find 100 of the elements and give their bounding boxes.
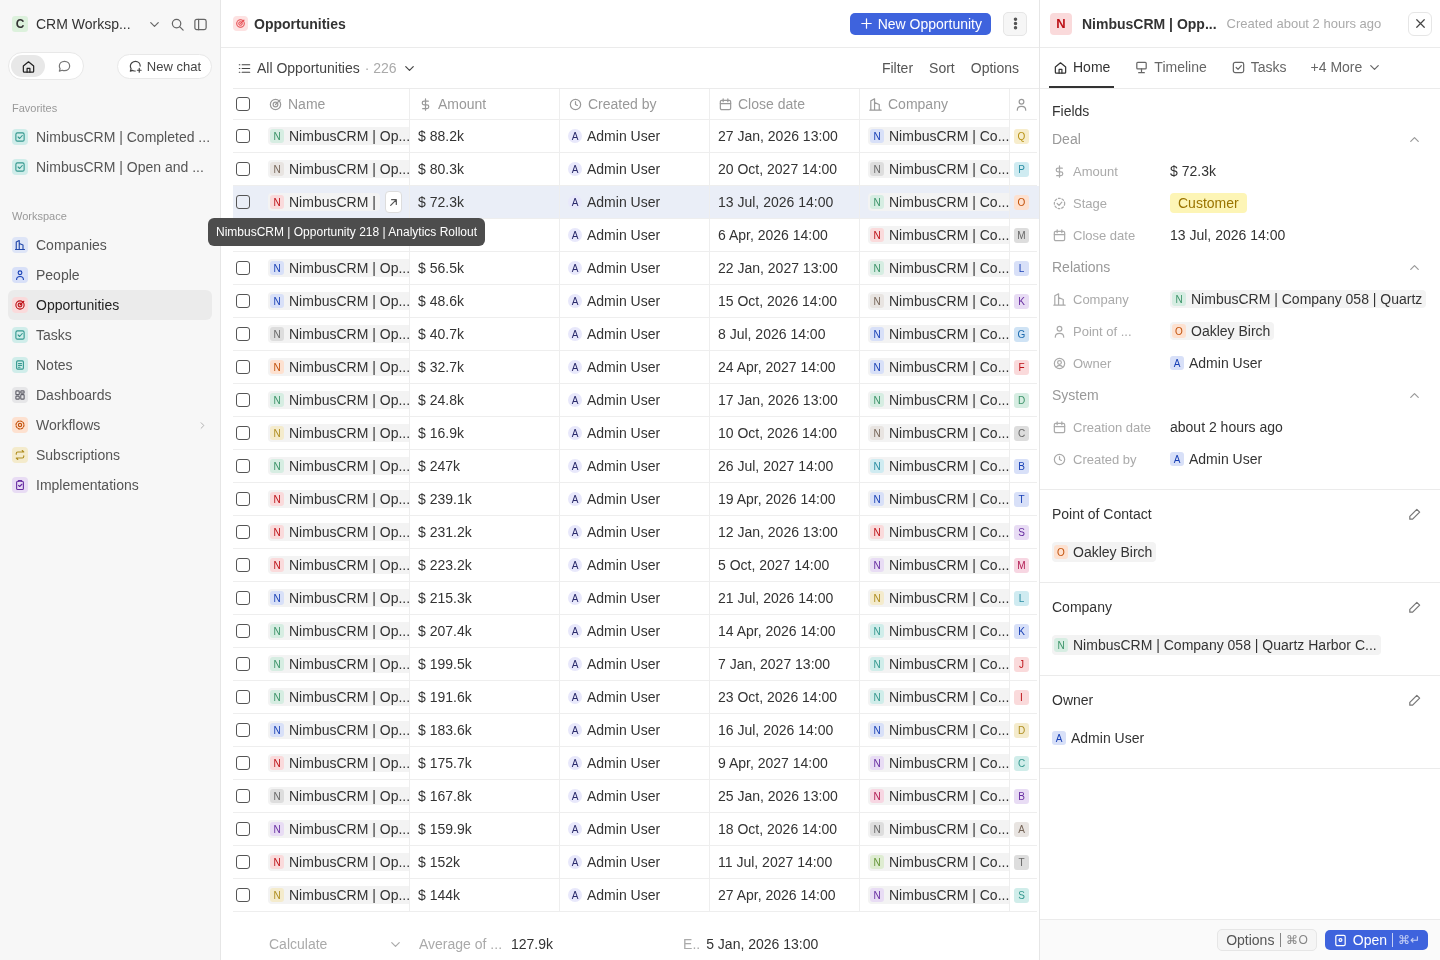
contact-badge[interactable]: B <box>1014 458 1029 474</box>
opportunity-chip[interactable]: N NimbusCRM | Op... <box>268 127 409 145</box>
contact-badge[interactable]: S <box>1014 524 1029 540</box>
company-chip[interactable]: N NimbusCRM | Co... <box>868 787 1009 805</box>
relation-chip[interactable]: O Oakley Birch <box>1052 542 1157 562</box>
contact-badge[interactable]: G <box>1014 326 1029 342</box>
nav-item[interactable]: Opportunities <box>8 290 212 320</box>
opportunity-chip[interactable]: N NimbusCRM | Op... <box>268 457 409 475</box>
company-chip[interactable]: N NimbusCRM | Co... <box>868 589 1009 607</box>
row-checkbox[interactable] <box>236 591 250 605</box>
opportunity-chip[interactable]: N NimbusCRM | <box>268 193 380 211</box>
contact-badge[interactable]: T <box>1014 854 1029 870</box>
opportunity-chip[interactable]: N NimbusCRM | Op... <box>268 391 409 409</box>
select-all-checkbox[interactable] <box>236 97 250 111</box>
relation-chip[interactable]: O Oakley Birch <box>1170 322 1275 340</box>
company-chip[interactable]: N NimbusCRM | Co... <box>868 886 1009 904</box>
opportunity-chip[interactable]: N NimbusCRM | Op... <box>268 655 409 673</box>
contact-badge[interactable]: C <box>1014 425 1029 441</box>
opportunity-chip[interactable]: N NimbusCRM | Op... <box>268 292 409 310</box>
opportunity-chip[interactable]: N NimbusCRM | Op... <box>268 358 409 376</box>
contact-badge[interactable]: K <box>1014 623 1029 639</box>
open-button[interactable]: Open ⌘↵ <box>1324 930 1428 950</box>
company-chip[interactable]: N NimbusCRM | Co... <box>868 655 1009 673</box>
company-chip[interactable]: N NimbusCRM | Co... <box>868 358 1009 376</box>
company-chip[interactable]: N NimbusCRM | Co... <box>868 457 1009 475</box>
field-value[interactable]: about 2 hours ago <box>1170 419 1283 435</box>
company-chip[interactable]: N NimbusCRM | Co... <box>868 193 1009 211</box>
nav-item[interactable]: Tasks <box>8 320 212 350</box>
company-chip[interactable]: N NimbusCRM | Co... <box>868 556 1009 574</box>
relation-chip[interactable]: N NimbusCRM | Company 058 | Quartz <box>1170 290 1427 308</box>
company-chip[interactable]: N NimbusCRM | Co... <box>868 688 1009 706</box>
workspace-name[interactable]: CRM Worksp... <box>36 16 139 32</box>
contact-badge[interactable]: F <box>1014 359 1029 375</box>
row-checkbox[interactable] <box>236 822 250 836</box>
view-selector[interactable]: All Opportunities · 226 <box>237 60 417 76</box>
opportunity-chip[interactable]: N NimbusCRM | Op... <box>268 490 409 508</box>
new-chat-button[interactable]: New chat <box>116 53 212 79</box>
field-value[interactable]: 13 Jul, 2026 14:00 <box>1170 227 1286 243</box>
company-chip[interactable]: N NimbusCRM | Co... <box>868 292 1009 310</box>
contact-badge[interactable]: A <box>1014 821 1029 837</box>
opportunity-chip[interactable]: N NimbusCRM | Op... <box>268 523 409 541</box>
company-chip[interactable]: N NimbusCRM | Co... <box>868 490 1009 508</box>
nav-item[interactable]: Dashboards <box>8 380 212 410</box>
options-button[interactable]: Options ⌘O <box>1217 929 1317 951</box>
open-record-button[interactable] <box>384 191 402 213</box>
opportunity-chip[interactable]: N NimbusCRM | Op... <box>268 853 409 871</box>
contact-badge[interactable]: K <box>1014 293 1029 309</box>
contact-badge[interactable]: I <box>1014 689 1029 705</box>
company-chip[interactable]: N NimbusCRM | Co... <box>868 754 1009 772</box>
row-checkbox[interactable] <box>236 723 250 737</box>
sidebar-toggle-icon[interactable] <box>193 16 208 32</box>
company-chip[interactable]: N NimbusCRM | Co... <box>868 721 1009 739</box>
row-checkbox[interactable] <box>236 360 250 374</box>
row-checkbox[interactable] <box>236 855 250 869</box>
contact-badge[interactable]: T <box>1014 491 1029 507</box>
pencil-icon[interactable] <box>1407 599 1422 615</box>
toolbar-button[interactable]: Options <box>964 60 1025 76</box>
opportunity-chip[interactable]: N NimbusCRM | Op... <box>268 589 409 607</box>
row-checkbox[interactable] <box>236 195 250 209</box>
row-checkbox[interactable] <box>236 756 250 770</box>
toolbar-button[interactable]: Sort <box>923 60 961 76</box>
contact-badge[interactable]: B <box>1014 788 1029 804</box>
row-checkbox[interactable] <box>236 525 250 539</box>
favorite-item[interactable]: NimbusCRM | Open and ... <box>8 152 212 182</box>
row-checkbox[interactable] <box>236 129 250 143</box>
toolbar-button[interactable]: Filter <box>875 60 920 76</box>
contact-badge[interactable]: O <box>1014 194 1029 210</box>
person-chip[interactable]: A Admin User <box>1052 728 1145 748</box>
home-button[interactable] <box>11 55 45 77</box>
row-checkbox[interactable] <box>236 690 250 704</box>
contact-badge[interactable]: M <box>1014 557 1029 573</box>
row-checkbox[interactable] <box>236 393 250 407</box>
opportunity-chip[interactable]: N NimbusCRM | Op... <box>268 820 409 838</box>
row-checkbox[interactable] <box>236 327 250 341</box>
nav-item[interactable]: Notes <box>8 350 212 380</box>
stage-tag[interactable]: Customer <box>1170 193 1247 213</box>
contact-badge[interactable]: L <box>1014 260 1029 276</box>
company-chip[interactable]: N NimbusCRM | Co... <box>868 622 1009 640</box>
row-checkbox[interactable] <box>236 261 250 275</box>
tab[interactable]: Tasks <box>1226 48 1291 88</box>
row-checkbox[interactable] <box>236 426 250 440</box>
company-chip[interactable]: N NimbusCRM | Co... <box>868 325 1009 343</box>
company-chip[interactable]: N NimbusCRM | Co... <box>868 391 1009 409</box>
relation-chip[interactable]: N NimbusCRM | Company 058 | Quartz Harbor C... <box>1052 635 1381 655</box>
tab[interactable]: Timeline <box>1130 48 1211 88</box>
opportunity-chip[interactable]: N NimbusCRM | Op... <box>268 424 409 442</box>
company-chip[interactable]: N NimbusCRM | Co... <box>868 853 1009 871</box>
row-checkbox[interactable] <box>236 294 250 308</box>
opportunity-chip[interactable]: N NimbusCRM | Op... <box>268 556 409 574</box>
company-chip[interactable]: N NimbusCRM | Co... <box>868 127 1009 145</box>
opportunity-chip[interactable]: N NimbusCRM | Op... <box>268 688 409 706</box>
row-checkbox[interactable] <box>236 657 250 671</box>
tab[interactable]: Home <box>1049 48 1115 88</box>
row-checkbox[interactable] <box>236 459 250 473</box>
opportunity-chip[interactable]: N NimbusCRM | Op... <box>268 325 409 343</box>
more-button[interactable] <box>1003 11 1027 36</box>
opportunity-chip[interactable]: N NimbusCRM | Op... <box>268 721 409 739</box>
company-chip[interactable]: N NimbusCRM | Co... <box>868 820 1009 838</box>
row-checkbox[interactable] <box>236 162 250 176</box>
row-checkbox[interactable] <box>236 558 250 572</box>
